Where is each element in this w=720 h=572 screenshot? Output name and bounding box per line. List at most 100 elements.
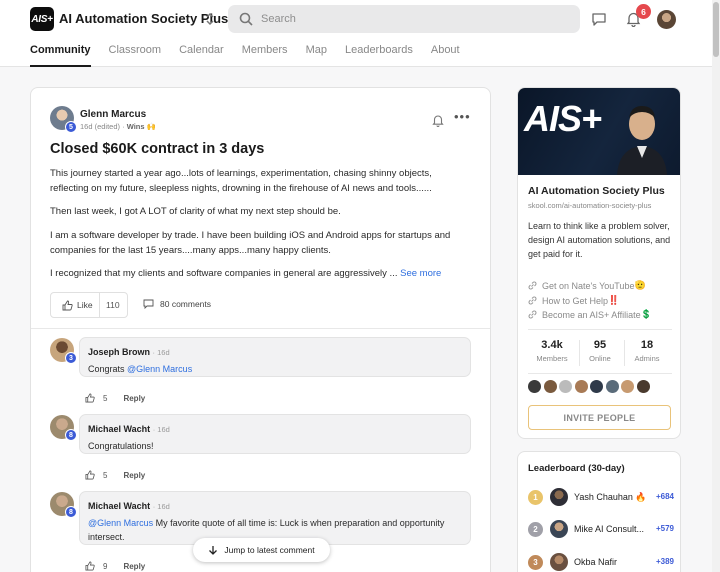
comment-actions: 9 Reply [85,561,145,571]
leaderboard-name[interactable]: Mike AI Consult... [574,524,644,534]
scrollbar-thumb[interactable] [713,2,719,57]
comments-count: 80 comments [160,299,212,309]
banner-person-image [617,106,667,175]
member-avatar[interactable] [528,380,541,393]
member-avatar[interactable] [636,380,650,393]
leaderboard-name-text: Yash Chauhan [574,492,633,502]
search-input[interactable] [261,9,561,29]
comment-author-name: Joseph Brown [88,347,151,357]
page-scrollbar[interactable] [712,0,720,572]
comment-author[interactable]: Michael Wacht · 16d [88,424,170,434]
post-title[interactable]: Closed $60K contract in 3 days [50,141,264,157]
chevron-up-down-icon[interactable] [204,11,216,27]
comments-button[interactable]: 80 comments [143,299,211,309]
comment-bubble: Michael Wacht · 16d @Glenn Marcus My fav… [79,491,471,545]
tab-leaderboards[interactable]: Leaderboards [345,44,413,67]
comment-like-count: 5 [103,470,108,480]
leaderboard-title[interactable]: Leaderboard (30-day) [528,463,625,474]
see-more-link[interactable]: See more [400,268,441,279]
leaderboard-name[interactable]: Okba Nafir [574,557,617,567]
link-icon [528,296,537,305]
like-button[interactable]: Like [51,293,100,317]
leaderboard-name[interactable]: Yash Chauhan 🔥 [574,492,647,503]
member-avatar[interactable] [559,380,572,393]
group-name[interactable]: AI Automation Society Plus [528,185,665,197]
post-author-name[interactable]: Glenn Marcus [80,109,146,120]
leaderboard-avatar[interactable] [550,553,568,571]
leaderboard-points: +579 [655,524,674,533]
user-avatar[interactable] [657,10,676,29]
member-avatar[interactable] [621,380,634,393]
search-icon [239,12,253,26]
group-link-youtube[interactable]: Get on Nate's YouTube 🫡 [528,280,646,291]
comment-level-badge: 8 [65,429,77,441]
group-link-affiliate[interactable]: Become an AIS+ Affiliate 💲 [528,309,652,320]
member-avatar[interactable] [574,380,588,393]
group-logo[interactable]: AIS+ [30,7,54,31]
reply-button[interactable]: Reply [123,471,145,480]
jump-label: Jump to latest comment [224,545,315,555]
top-bar: AIS+ AI Automation Society Plus 6 Commun… [0,0,712,67]
thumbs-up-icon[interactable] [85,393,95,403]
member-avatar[interactable] [543,380,557,393]
tab-calendar[interactable]: Calendar [179,44,224,67]
tab-about[interactable]: About [431,44,460,67]
comment-bubble: Joseph Brown · 16d Congrats @Glenn Marcu… [79,337,471,377]
reply-button[interactable]: Reply [123,394,145,403]
thumbs-up-icon [62,300,73,310]
tab-classroom[interactable]: Classroom [109,44,162,67]
more-options-icon[interactable]: ••• [454,110,471,123]
leaderboard-row[interactable]: 2 Mike AI Consult... +579 [528,519,674,539]
leaderboard-avatar[interactable] [550,488,568,506]
comment-author[interactable]: Michael Wacht · 16d [88,501,170,511]
thumbs-up-icon[interactable] [85,470,95,480]
tab-members[interactable]: Members [242,44,288,67]
bell-icon[interactable] [432,114,444,127]
leaderboard-row[interactable]: 1 Yash Chauhan 🔥 +684 [528,487,674,507]
group-title[interactable]: AI Automation Society Plus [59,11,228,26]
stat-admins[interactable]: 18 Admins [625,339,669,363]
member-avatar[interactable] [590,380,603,393]
leaderboard-card: Leaderboard (30-day) 1 Yash Chauhan 🔥 +6… [517,451,681,572]
like-label: Like [77,300,93,310]
search-bar[interactable] [228,5,580,33]
link-emoji: ‼️ [608,295,620,305]
rank-badge: 1 [528,490,543,505]
link-emoji: 💲 [640,309,652,319]
leaderboard-row[interactable]: 3 Okba Nafir +389 [528,552,674,572]
like-count[interactable]: 110 [100,300,120,310]
member-avatars [528,380,652,393]
stat-online[interactable]: 95 Online [578,339,622,363]
stat-members[interactable]: 3.4k Members [530,339,574,363]
leaderboard-avatar[interactable] [550,520,568,538]
chat-icon[interactable] [591,11,607,27]
tab-community[interactable]: Community [30,44,91,67]
comment-actions: 5 Reply [85,470,145,480]
mention-link[interactable]: @Glenn Marcus [88,518,153,528]
jump-to-latest-button[interactable]: Jump to latest comment [193,538,330,562]
link-icon [528,281,537,290]
group-link-help[interactable]: How to Get Help ‼️ [528,295,619,306]
invite-people-button[interactable]: INVITE PEOPLE [528,405,671,430]
comment-text: Congrats @Glenn Marcus [88,362,464,376]
comment-text-part: Congrats [88,364,128,374]
comment-time: · 16d [152,425,170,434]
post-category[interactable]: Wins [127,122,145,131]
comment-level-badge: 3 [65,352,77,364]
divider [528,329,672,330]
mention-link[interactable]: @Glenn Marcus [127,364,192,374]
notification-badge[interactable]: 6 [636,4,651,19]
tab-map[interactable]: Map [306,44,327,67]
thumbs-up-icon[interactable] [85,561,95,571]
link-label: Get on Nate's YouTube [542,280,635,291]
member-avatar[interactable] [605,380,619,393]
comment-author[interactable]: Joseph Brown · 16d [88,347,170,357]
link-emoji: 🫡 [634,280,646,290]
comment-bubble: Michael Wacht · 16d Congratulations! [79,414,471,454]
group-info-card: AIS+ AI Automation Society Plus skool.co… [517,87,681,439]
group-url[interactable]: skool.com/ai-automation-society-plus [528,201,651,210]
stat-value: 95 [593,339,607,351]
reply-button[interactable]: Reply [123,562,145,571]
group-banner[interactable]: AIS+ [518,88,680,175]
post-paragraph-text: I recognized that my clients and softwar… [50,268,401,279]
